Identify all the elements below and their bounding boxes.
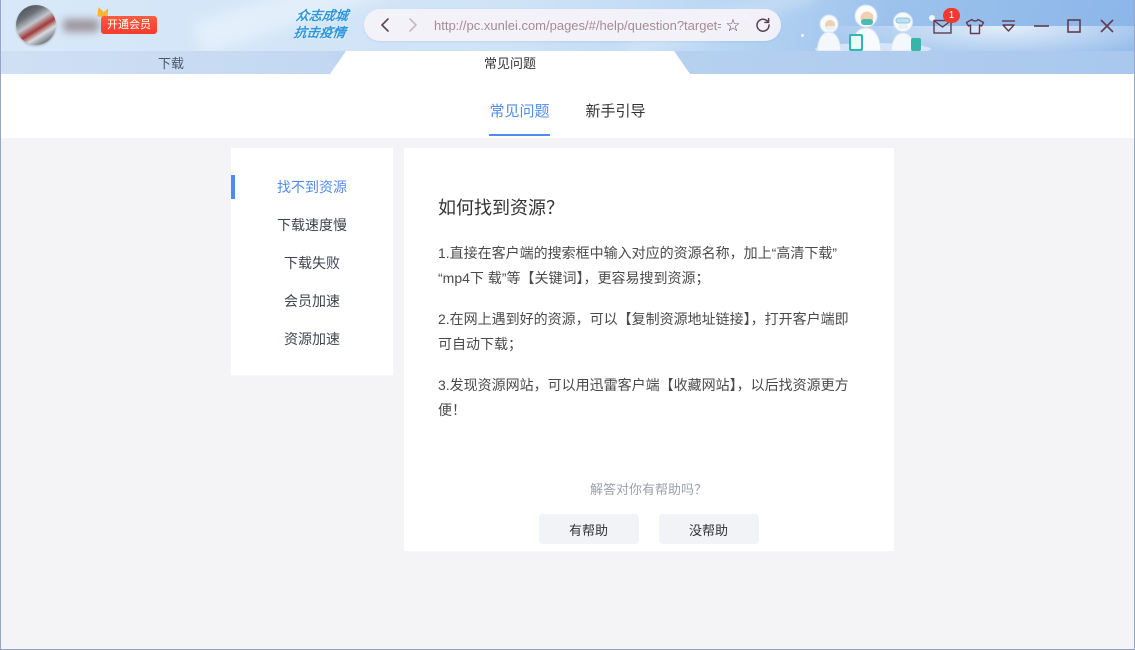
hide-to-tray-icon[interactable] <box>997 16 1019 36</box>
notification-badge: 1 <box>943 8 960 23</box>
tab-faq[interactable]: 常见问题 <box>330 51 690 74</box>
help-header: 常见问题 新手引导 <box>1 74 1134 138</box>
tab-downloads-label: 下载 <box>158 53 184 72</box>
sidebar-item-slow-download[interactable]: 下载速度慢 <box>231 206 393 244</box>
active-subtab-underline <box>489 134 549 136</box>
feedback-question: 解答对你有帮助吗？ <box>438 479 859 498</box>
close-button[interactable] <box>1096 16 1118 36</box>
sidebar-item-vip-acceleration[interactable]: 会员加速 <box>231 282 393 320</box>
maximize-button[interactable] <box>1063 16 1085 36</box>
faq-answer-card: 如何找到资源？ 1.直接在客户端的搜索框中输入对应的资源名称，加上“高清下载” … <box>404 148 894 551</box>
tab-faq-label: 常见问题 <box>484 53 536 72</box>
not-helpful-button[interactable]: 没帮助 <box>659 514 759 544</box>
url-text[interactable]: http://pc.xunlei.com/pages/#/help/questi… <box>434 18 721 33</box>
campaign-slogan-line2: 抗击疫情 <box>281 24 359 41</box>
skin-theme-icon[interactable] <box>964 16 986 36</box>
answer-paragraph-2: 2.在网上遇到好的资源，可以【复制资源地址链接】，打开客户端即可自动下载； <box>438 307 859 357</box>
back-icon[interactable] <box>372 12 398 38</box>
sidebar-item-label: 会员加速 <box>284 291 340 311</box>
subtab-beginner-guide[interactable]: 新手引导 <box>586 74 646 138</box>
sidebar-item-label: 找不到资源 <box>277 177 347 197</box>
title-bar: 开通会员 众志成城 抗击疫情 http://pc.xunlei.com/page… <box>1 0 1134 51</box>
campaign-slogan: 众志成城 抗击疫情 <box>281 7 362 41</box>
username-blurred <box>63 19 99 32</box>
address-bar[interactable]: http://pc.xunlei.com/pages/#/help/questi… <box>364 9 781 41</box>
bookmark-star-icon[interactable]: ☆ <box>721 13 745 37</box>
sidebar-item-label: 下载速度慢 <box>277 215 347 235</box>
help-content: 找不到资源 下载速度慢 下载失败 会员加速 资源加速 如何找到资源？ 1.直接在… <box>1 138 1134 649</box>
xunlei-window: 开通会员 众志成城 抗击疫情 http://pc.xunlei.com/page… <box>0 0 1135 650</box>
forward-icon[interactable] <box>400 12 426 38</box>
helpful-button[interactable]: 有帮助 <box>539 514 639 544</box>
refresh-icon[interactable] <box>751 13 775 37</box>
subtab-faq[interactable]: 常见问题 <box>489 74 549 138</box>
titlebar-controls: 1 <box>931 16 1118 36</box>
medical-workers-illustration <box>811 2 941 51</box>
answer-paragraph-3: 3.发现资源网站，可以用迅雷客户端【收藏网站】，以后找资源更方便！ <box>438 373 859 423</box>
avatar[interactable] <box>16 5 56 45</box>
minimize-button[interactable] <box>1030 16 1052 36</box>
campaign-slogan-line1: 众志成城 <box>283 7 361 24</box>
sidebar-item-download-failed[interactable]: 下载失败 <box>231 244 393 282</box>
help-subtabs: 常见问题 新手引导 <box>1 74 1134 138</box>
vip-upgrade-badge[interactable]: 开通会员 <box>101 16 157 34</box>
sidebar-item-label: 资源加速 <box>284 329 340 349</box>
active-indicator <box>231 175 235 199</box>
answer-paragraph-1: 1.直接在客户端的搜索框中输入对应的资源名称，加上“高清下载” “mp4下 载”… <box>438 241 859 291</box>
tab-downloads[interactable]: 下载 <box>1 51 341 74</box>
question-title: 如何找到资源？ <box>438 194 859 220</box>
faq-category-sidebar: 找不到资源 下载速度慢 下载失败 会员加速 资源加速 <box>231 148 393 375</box>
subtab-beginner-guide-label: 新手引导 <box>586 100 646 121</box>
subtab-faq-label: 常见问题 <box>489 100 549 121</box>
sidebar-item-label: 下载失败 <box>284 253 340 273</box>
sidebar-item-cannot-find-resources[interactable]: 找不到资源 <box>231 168 393 206</box>
snow-dot <box>801 34 804 37</box>
tab-strip: 下载 常见问题 <box>1 51 1134 74</box>
sidebar-item-resource-acceleration[interactable]: 资源加速 <box>231 320 393 358</box>
feedback-buttons: 有帮助 没帮助 <box>438 514 859 544</box>
messages-icon[interactable]: 1 <box>931 16 953 36</box>
